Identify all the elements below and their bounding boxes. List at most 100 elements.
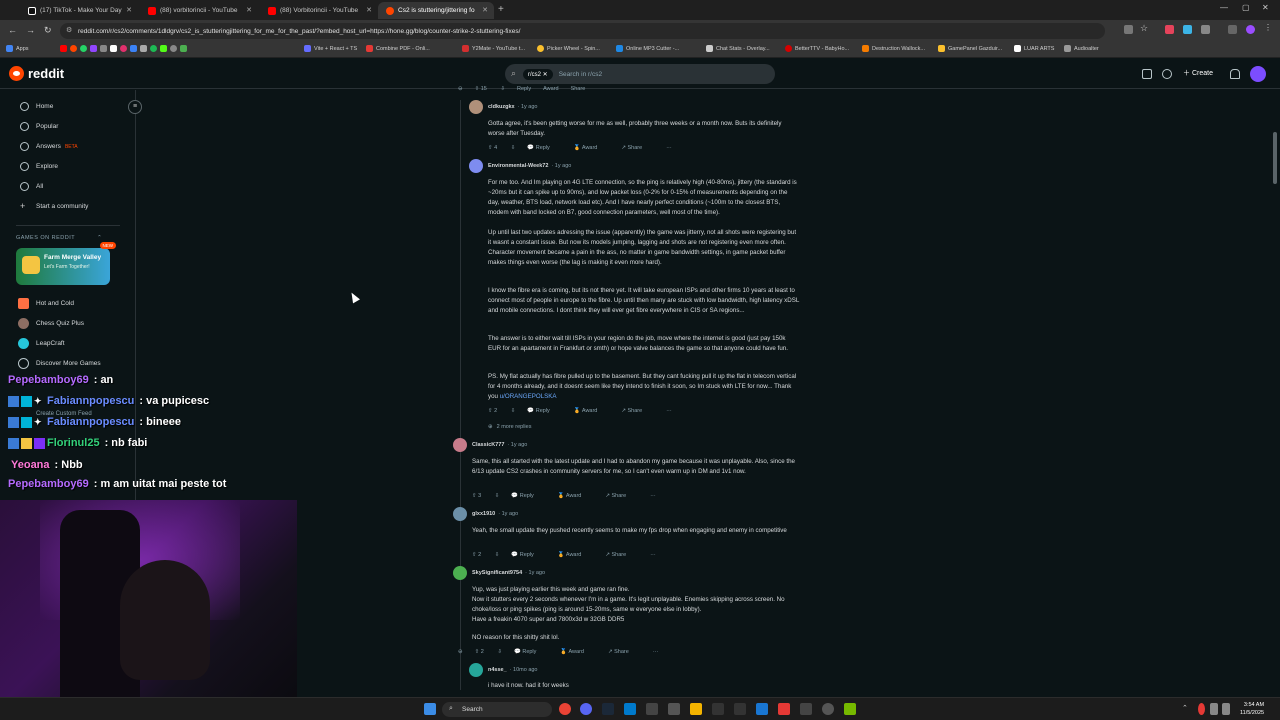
app-icon[interactable] [778,703,790,715]
extension-icon[interactable] [1183,25,1192,34]
microphone-icon[interactable] [1198,703,1205,715]
reply-button[interactable]: 💬 Reply [527,408,561,414]
profile-icon[interactable] [1246,25,1255,34]
reload-icon[interactable]: ↻ [44,25,52,36]
bookmark-audioalter[interactable]: Audioalter [1064,45,1099,52]
comment-author[interactable]: Environmental-Week72 [488,163,548,169]
browser-tab-youtube-1[interactable]: (88) vorbitorincii - YouTube ✕ [140,2,258,19]
bookmark-gamepanel[interactable]: GamePanel Gazduir... [938,45,1002,52]
taskbar-search[interactable]: ⌕ Search [442,702,552,717]
system-clock[interactable]: 3:54 AM 11/5/2025 [1240,701,1264,717]
award-button[interactable]: 🏅 Award [574,145,610,151]
close-tab-icon[interactable]: ✕ [366,6,372,14]
share-button[interactable]: ↗ Share [605,493,638,499]
browser-tab-reddit[interactable]: Cs2 is stuttering/jittering fo ✕ [378,2,494,19]
user-mention-link[interactable]: u/ORANGEPOLSKA [500,393,557,400]
avatar[interactable] [453,566,467,580]
notifications-bell-icon[interactable] [1230,69,1240,79]
bookmark-apps[interactable]: Apps [6,45,29,52]
share-button[interactable]: ↗ Share [605,552,638,558]
game-item-chess-quiz[interactable]: Chess Quiz Plus [18,318,84,329]
award-button[interactable]: 🏅 Award [558,552,594,558]
comment-author[interactable]: SkySignificant9754 [472,570,522,576]
back-icon[interactable]: ← [8,25,17,35]
bookmark-star-icon[interactable]: ☆ [1140,23,1149,33]
site-info-icon[interactable]: ⚙ [66,26,72,34]
address-bar[interactable]: ⚙ reddit.com/r/cs2/comments/1dldgrv/cs2_… [60,23,1105,39]
discord-icon[interactable] [580,703,592,715]
bookmark-vite[interactable]: Vite + React + TS [304,45,357,52]
vote-controls[interactable]: ⇧ 4 ⇩ [488,145,515,151]
bookmark-icon[interactable] [140,45,147,52]
more-replies-button[interactable]: ⊕ 2 more replies [488,424,543,430]
vote-controls[interactable]: ⇧ 3 ⇩ [472,493,499,499]
vscode-icon[interactable] [624,703,636,715]
more-options-icon[interactable]: ··· [666,408,672,414]
vote-controls[interactable]: ⇧ 2 ⇩ [488,408,515,414]
award-button[interactable]: 🏅 Award [574,408,610,414]
avatar[interactable] [469,663,483,677]
browser-tab-youtube-2[interactable]: (88) Vorbitorincii - YouTube ✕ [260,2,378,19]
user-avatar[interactable] [1250,66,1266,82]
collapse-icon[interactable]: ⊖ [458,86,463,92]
app-icon[interactable] [668,703,680,715]
search-bar[interactable]: ⌕ r/cs2 ✕ Search in r/cs2 [505,64,775,84]
game-item-hot-and-cold[interactable]: Hot and Cold [18,298,74,309]
comment-author[interactable]: glxx1910 [472,511,495,517]
extensions-puzzle-icon[interactable] [1228,25,1237,34]
sidebar-item-explore[interactable]: Explore [20,162,58,171]
reddit-icon[interactable] [70,45,77,52]
avatar[interactable] [469,159,483,173]
bookmark-icon[interactable] [130,45,137,52]
windows-start-icon[interactable] [424,703,436,715]
app-icon[interactable] [800,703,812,715]
extension-icon[interactable] [1165,25,1174,34]
install-icon[interactable] [1124,25,1133,34]
bookmark-picker-wheel[interactable]: Picker Wheel - Spin... [537,45,600,52]
sidebar-item-answers[interactable]: Answers BETA [20,142,78,151]
menu-kebab-icon[interactable]: ⋮ [1264,23,1273,32]
subreddit-chip[interactable]: r/cs2 ✕ [523,68,553,80]
share-button[interactable]: ↗ Share [621,408,654,414]
close-tab-icon[interactable]: ✕ [126,6,132,14]
chrome-icon[interactable] [559,703,571,715]
app-icon[interactable] [646,703,658,715]
forward-icon[interactable]: → [26,25,35,35]
sidebar-item-start-community[interactable]: + Start a community [20,202,88,211]
close-window-icon[interactable]: ✕ [1262,3,1269,12]
scrollbar-thumb[interactable] [1273,132,1277,184]
reply-button[interactable]: 💬 Reply [511,493,545,499]
games-section-heading[interactable]: GAMES ON REDDIT ⌃ [16,235,102,241]
reply-button[interactable]: 💬 Reply [514,649,548,655]
youtube-icon[interactable] [60,45,67,52]
tray-chevron-icon[interactable]: ⌃ [1182,704,1188,712]
nvidia-icon[interactable] [844,703,856,715]
avatar[interactable] [453,438,467,452]
extension-icon[interactable] [1201,25,1210,34]
bookmark-luar-arts[interactable]: LUAR ARTS [1014,45,1054,52]
obs-icon[interactable] [822,703,834,715]
game-item-leapcraft[interactable]: LeapCraft [18,338,65,349]
reddit-logo[interactable]: reddit [9,66,64,81]
kick-icon[interactable] [160,45,167,52]
comment-author[interactable]: cldkuzgkx [488,104,515,110]
spotify-icon[interactable] [150,45,157,52]
bookmark-chat-stats[interactable]: Chat Stats - Overlay... [706,45,770,52]
share-button[interactable]: ↗ Share [608,649,641,655]
bookmark-y2mate[interactable]: Y2Mate - YouTube t... [462,45,525,52]
comment-author[interactable]: n4sse_ [488,667,507,673]
sidebar-item-popular[interactable]: Popular [20,122,58,131]
bookmark-combine-pdf[interactable]: Combine PDF - Onli... [366,45,430,52]
more-options-icon[interactable]: ··· [666,145,672,151]
avatar[interactable] [469,100,483,114]
chat-icon[interactable] [1162,69,1172,79]
collapse-icon[interactable]: ⊖ [458,649,463,655]
advertise-icon[interactable] [1142,69,1152,79]
new-tab-icon[interactable]: + [498,4,504,15]
app-icon[interactable] [712,703,724,715]
more-options-icon[interactable]: ··· [650,493,656,499]
share-button[interactable]: ↗ Share [621,145,654,151]
more-options-icon[interactable]: ··· [650,552,656,558]
reply-button[interactable]: 💬 Reply [527,145,561,151]
vote-controls[interactable]: ⇧ 15 ⇩ [475,86,505,92]
